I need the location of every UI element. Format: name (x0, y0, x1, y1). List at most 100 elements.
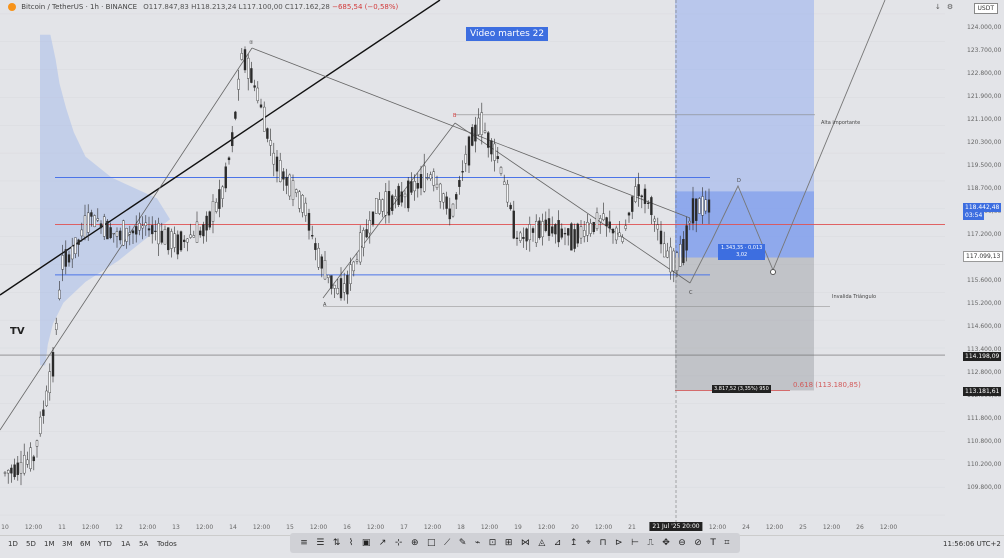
symbol-header: Bitcoin / TetherUS · 1h · BINANCE O117.8… (8, 3, 398, 11)
candle-body (150, 225, 154, 235)
candle-body (643, 188, 647, 204)
candle-body (416, 183, 419, 189)
drawing-tool-icon[interactable]: ✥ (662, 538, 670, 548)
price-axis[interactable]: USDT 124.000,00 123.700,00 122.800,00 121.9… (945, 0, 1004, 522)
x-tick-label: 21 (628, 524, 636, 531)
drawing-tool-icon[interactable]: ⊡ (489, 538, 497, 548)
currency-selector[interactable]: USDT (973, 3, 998, 14)
timeframe-5d[interactable]: 5D (26, 540, 36, 548)
candle-body (426, 177, 429, 179)
measure-line2: 3,02 (736, 252, 748, 258)
candle-body (586, 222, 589, 236)
drawing-tool-icon[interactable]: ⊞ (505, 538, 513, 548)
candle-body (621, 237, 624, 242)
candle-body (330, 275, 333, 289)
candle-body (141, 225, 144, 229)
candle-body (6, 470, 10, 474)
drawing-tool-icon[interactable]: ⊹ (395, 538, 403, 548)
candle-body (557, 220, 560, 243)
x-tick-label: 12:00 (252, 524, 271, 531)
candle-body (419, 174, 423, 189)
drawing-tool-icon[interactable]: ⟋ (444, 538, 450, 548)
candle-body (525, 228, 528, 242)
price-badge-countdown: 03:54 (963, 211, 985, 221)
candle-body (691, 198, 695, 224)
candle-body (144, 222, 148, 226)
timeframe-todos[interactable]: Todos (157, 540, 177, 548)
drawing-tool-icon[interactable]: ⊕ (411, 538, 419, 548)
candle-body (627, 212, 631, 216)
candle-body (176, 234, 180, 255)
candle-body (195, 221, 199, 243)
candle-body (160, 230, 164, 243)
drawing-tool-icon[interactable]: ⌖ (586, 538, 591, 548)
drawing-tool-icon[interactable]: ↗ (379, 538, 387, 548)
drawing-tool-icon[interactable]: ≡ (300, 538, 308, 548)
candle-body (375, 198, 378, 214)
y-tick-label: 111.800,00 (967, 415, 1002, 422)
drawing-tool-icon[interactable]: ↥ (570, 538, 578, 548)
candle-body (275, 156, 279, 172)
drawing-tool-icon[interactable]: ⇅ (333, 538, 341, 548)
candle-body (125, 228, 128, 242)
candle-body (355, 259, 359, 262)
download-icon[interactable]: ↓ (935, 3, 941, 11)
drawing-tool-icon[interactable]: □ (427, 538, 436, 548)
candle-body (589, 223, 592, 234)
price-chart[interactable] (0, 0, 1004, 535)
drawing-tool-icon[interactable]: ⌁ (475, 538, 480, 548)
x-tick-label: 15 (286, 524, 294, 531)
candle-body (432, 171, 435, 186)
drawing-tool-icon[interactable]: ☰ (316, 538, 324, 548)
candle-body (567, 228, 570, 236)
timeframe-ytd[interactable]: YTD (98, 540, 112, 548)
candle-body (541, 221, 544, 238)
candle-body (279, 160, 282, 182)
candle-body (499, 167, 503, 174)
candle-body (461, 171, 464, 173)
drawing-tool-icon[interactable]: ✎ (459, 538, 467, 548)
drawing-tool-icon[interactable]: ⌇ (349, 538, 353, 548)
candle-body (202, 224, 205, 237)
timeframe-3m[interactable]: 3M (62, 540, 73, 548)
drawing-tool-icon[interactable]: T (710, 538, 716, 548)
candle-body (704, 199, 707, 212)
drawing-tool-icon[interactable]: ⊓ (599, 538, 606, 548)
candle-body (634, 186, 637, 202)
drawing-tool-icon[interactable]: ⊳ (615, 538, 623, 548)
candle-body (410, 181, 413, 193)
timeframe-1a[interactable]: 1A (121, 540, 130, 548)
drawing-tool-icon[interactable]: ◬ (538, 538, 545, 548)
cursor-date-badge: 21 Jul '25 20:00 (649, 522, 703, 531)
candle-body (506, 183, 509, 203)
candle-body (669, 246, 672, 273)
timeframe-1m[interactable]: 1M (44, 540, 55, 548)
timeframe-1d[interactable]: 1D (8, 540, 18, 548)
drawing-tool-icon[interactable]: ⊿ (554, 538, 562, 548)
candle-body (429, 174, 432, 179)
candle-body (679, 244, 682, 267)
candle-body (640, 195, 643, 198)
drawing-tool-icon[interactable]: ⊢ (631, 538, 639, 548)
drawing-tool-icon[interactable]: ⎍ (647, 538, 653, 548)
candle-body (250, 68, 253, 83)
candle-body (29, 447, 32, 470)
candle-body (147, 228, 151, 231)
candle-body (695, 198, 698, 221)
symbol-label[interactable]: Bitcoin / TetherUS · 1h · BINANCE (21, 3, 137, 11)
candle-body (515, 237, 519, 239)
y-tick-label: 123.700,00 (967, 47, 1002, 54)
y-tick-label: 110.800,00 (967, 438, 1002, 445)
drawing-tool-icon[interactable]: ⊖ (678, 538, 686, 548)
timeframe-5a[interactable]: 5A (139, 540, 148, 548)
candle-body (237, 78, 240, 90)
x-tick-label: 18 (457, 524, 465, 531)
timeframe-6m[interactable]: 6M (80, 540, 91, 548)
drawing-tool-icon[interactable]: ⋈ (521, 538, 530, 548)
drawing-tool-icon[interactable]: ⊘ (694, 538, 702, 548)
candle-body (74, 237, 77, 255)
drawing-tool-icon[interactable]: ▣ (362, 538, 371, 548)
y-tick-label: 117.200,00 (967, 231, 1002, 238)
drawing-tool-icon[interactable]: ⌗ (724, 538, 729, 548)
candle-body (333, 284, 336, 289)
